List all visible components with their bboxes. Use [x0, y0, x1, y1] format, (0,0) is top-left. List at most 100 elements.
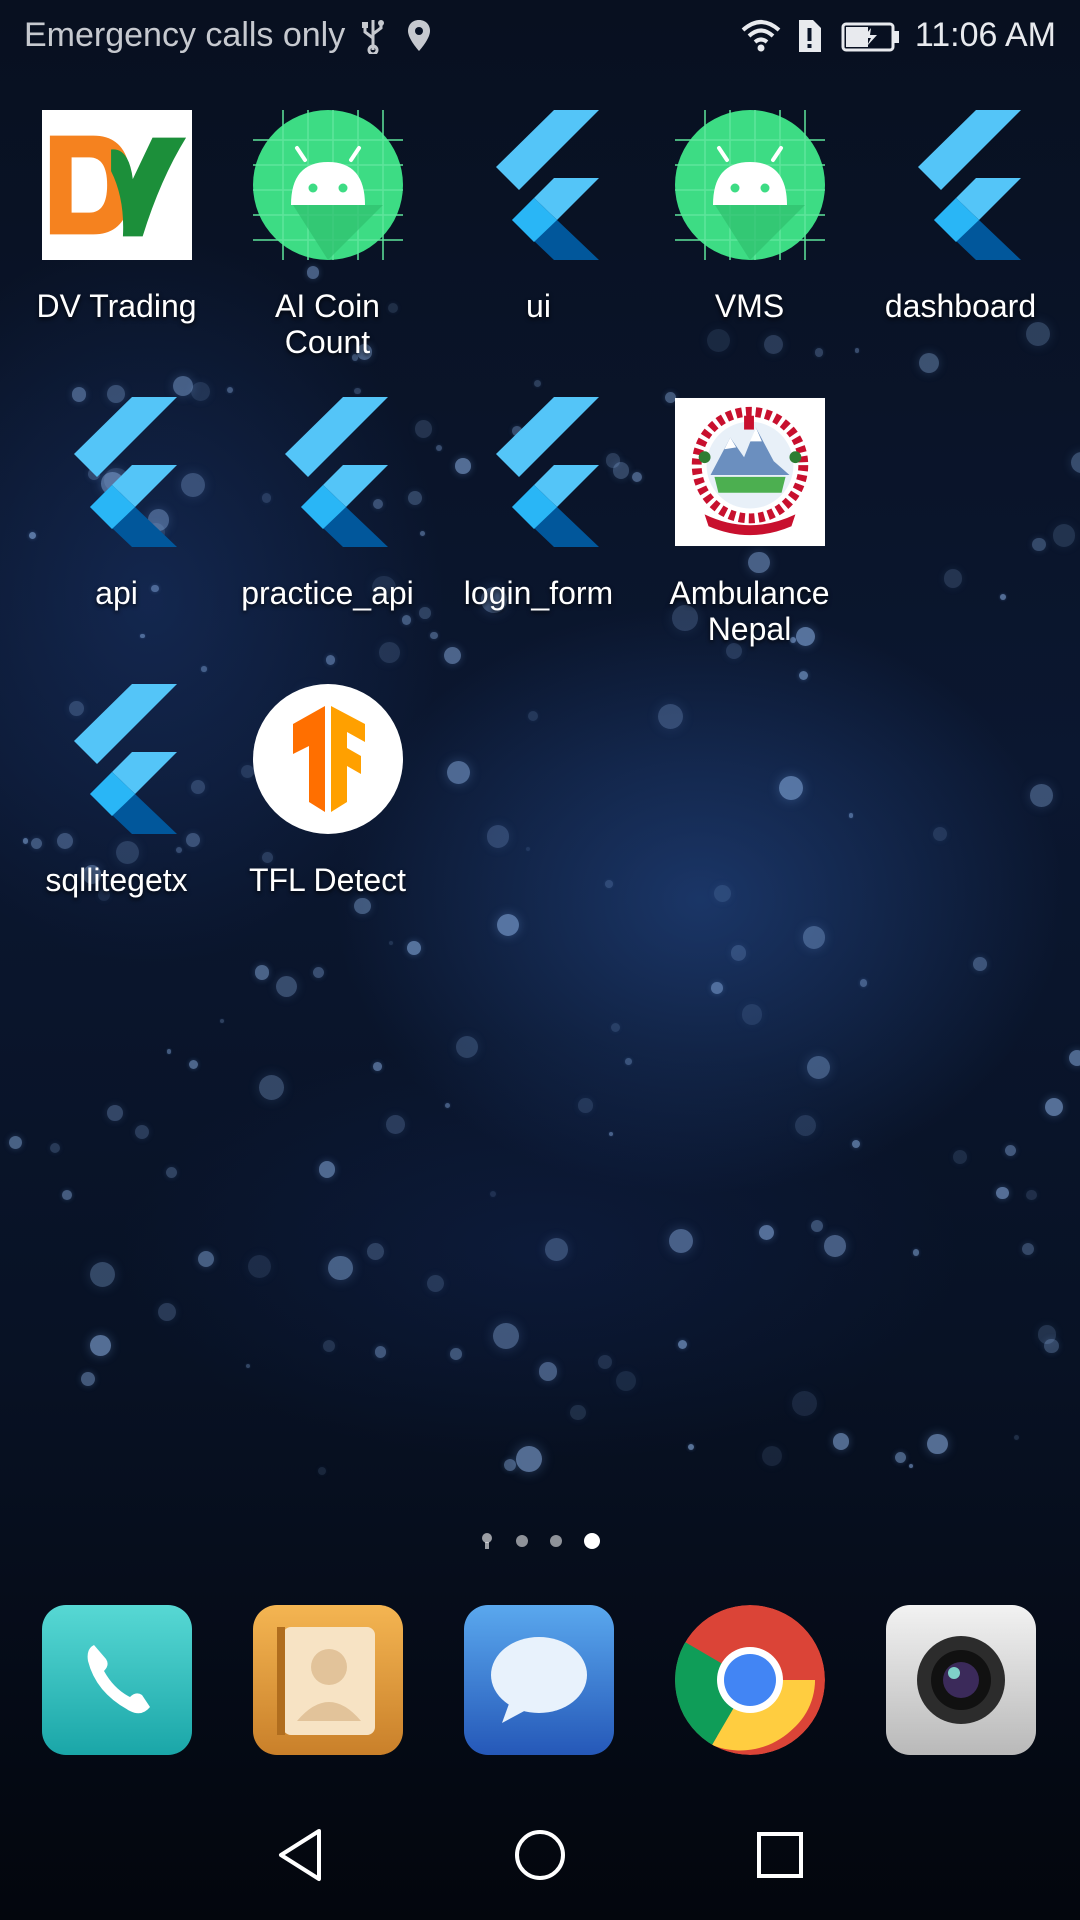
app-login-form[interactable]: login_form — [433, 397, 644, 667]
page-dot-active[interactable] — [584, 1533, 600, 1549]
phone-icon[interactable] — [42, 1605, 192, 1755]
bokeh-droplet — [943, 569, 963, 588]
bokeh-droplet — [762, 1445, 783, 1466]
app-ai-coin-count[interactable]: AI Coin Count — [222, 110, 433, 380]
back-button[interactable] — [260, 1820, 340, 1890]
flutter-icon — [886, 110, 1036, 260]
bokeh-droplet — [578, 1098, 593, 1113]
app-label: TFL Detect — [248, 862, 407, 898]
bokeh-droplet — [895, 1452, 906, 1464]
bokeh-droplet — [710, 981, 723, 994]
battery-charging-icon — [841, 18, 901, 54]
app-dv-trading[interactable]: DV Trading — [11, 110, 222, 380]
bokeh-droplet — [427, 1274, 445, 1292]
carrier-text: Emergency calls only — [24, 16, 346, 54]
usb-icon — [359, 18, 391, 55]
bokeh-droplet — [312, 967, 324, 978]
bokeh-droplet — [741, 1004, 762, 1025]
bokeh-droplet — [81, 1372, 96, 1386]
contacts-icon[interactable] — [253, 1605, 403, 1755]
bokeh-droplet — [489, 1190, 496, 1197]
app-dashboard[interactable]: dashboard — [855, 110, 1066, 380]
page-dot[interactable] — [550, 1535, 562, 1547]
bokeh-droplet — [450, 1348, 463, 1360]
bokeh-droplet — [533, 379, 541, 388]
location-icon — [405, 18, 437, 54]
app-vms[interactable]: VMS — [644, 110, 855, 380]
chrome-icon[interactable] — [675, 1605, 825, 1755]
app-label: login_form — [463, 575, 614, 611]
bokeh-droplet — [89, 1261, 115, 1287]
home-page-indicator-icon[interactable] — [480, 1532, 494, 1550]
bokeh-droplet — [254, 965, 270, 980]
app-api[interactable]: api — [11, 397, 222, 667]
flutter-icon — [464, 397, 614, 547]
app-label: AI Coin Count — [275, 288, 380, 360]
flutter-icon — [253, 397, 403, 547]
android-icon — [252, 110, 403, 260]
flutter-icon — [42, 684, 192, 834]
bokeh-droplet — [492, 1323, 519, 1349]
bokeh-droplet — [713, 885, 731, 902]
bokeh-droplet — [327, 1255, 353, 1281]
status-bar: Emergency calls only 11:06 AM — [0, 0, 1080, 74]
app-label: VMS — [714, 288, 785, 324]
bokeh-droplet — [605, 880, 613, 888]
app-label: DV Trading — [36, 288, 197, 324]
bokeh-droplet — [657, 703, 684, 729]
app-sqllitegetx[interactable]: sqllitegetx — [11, 684, 222, 954]
bokeh-droplet — [859, 978, 868, 987]
app-label: ui — [526, 288, 551, 324]
bokeh-droplet — [687, 1443, 694, 1450]
bokeh-droplet — [107, 1104, 123, 1121]
dock — [0, 1605, 1080, 1755]
app-label: api — [95, 575, 138, 611]
dv-trading-icon — [41, 110, 192, 260]
bokeh-droplet — [996, 1186, 1009, 1200]
bokeh-droplet — [245, 1363, 250, 1368]
bokeh-droplet — [259, 1074, 285, 1100]
bokeh-droplet — [385, 1115, 405, 1134]
bokeh-droplet — [318, 1466, 327, 1475]
bokeh-droplet — [927, 1433, 948, 1455]
bokeh-droplet — [319, 1161, 336, 1178]
bokeh-droplet — [486, 825, 510, 848]
messages-icon[interactable] — [464, 1605, 614, 1755]
bokeh-droplet — [824, 1235, 847, 1257]
app-practice-api[interactable]: practice_api — [222, 397, 433, 667]
bokeh-droplet — [367, 1243, 384, 1261]
bokeh-droplet — [849, 813, 854, 818]
home-button[interactable] — [500, 1820, 580, 1890]
app-tfl-detect[interactable]: TFL Detect — [222, 684, 433, 954]
flutter-icon — [464, 110, 614, 260]
bokeh-droplet — [778, 776, 803, 800]
app-label: sqllitegetx — [45, 862, 188, 898]
bokeh-droplet — [1069, 1050, 1080, 1067]
bokeh-droplet — [668, 1228, 694, 1253]
tensorflow-icon — [252, 684, 403, 834]
bokeh-droplet — [973, 957, 987, 971]
bokeh-droplet — [90, 1335, 112, 1356]
bokeh-droplet — [158, 1302, 177, 1321]
bokeh-droplet — [372, 1062, 382, 1071]
bokeh-droplet — [455, 1035, 479, 1058]
app-ambulance-nepal[interactable]: Ambulance Nepal — [644, 397, 855, 667]
navigation-bar — [0, 1790, 1080, 1920]
app-label: practice_api — [241, 575, 414, 611]
bokeh-droplet — [1052, 524, 1075, 547]
app-ui[interactable]: ui — [433, 110, 644, 380]
wifi-icon — [741, 18, 781, 54]
page-dot[interactable] — [516, 1535, 528, 1547]
alert-icon — [795, 18, 827, 54]
recents-button[interactable] — [740, 1820, 820, 1890]
app-label: Ambulance Nepal — [669, 575, 830, 647]
clock: 11:06 AM — [914, 16, 1056, 54]
bokeh-droplet — [802, 926, 825, 949]
bokeh-droplet — [610, 1022, 620, 1032]
camera-icon[interactable] — [886, 1605, 1036, 1755]
bokeh-droplet — [275, 975, 298, 997]
nepal-emblem-icon — [674, 397, 825, 547]
bokeh-droplet — [570, 1404, 587, 1421]
bokeh-droplet — [374, 1346, 387, 1358]
bokeh-droplet — [165, 1166, 178, 1178]
